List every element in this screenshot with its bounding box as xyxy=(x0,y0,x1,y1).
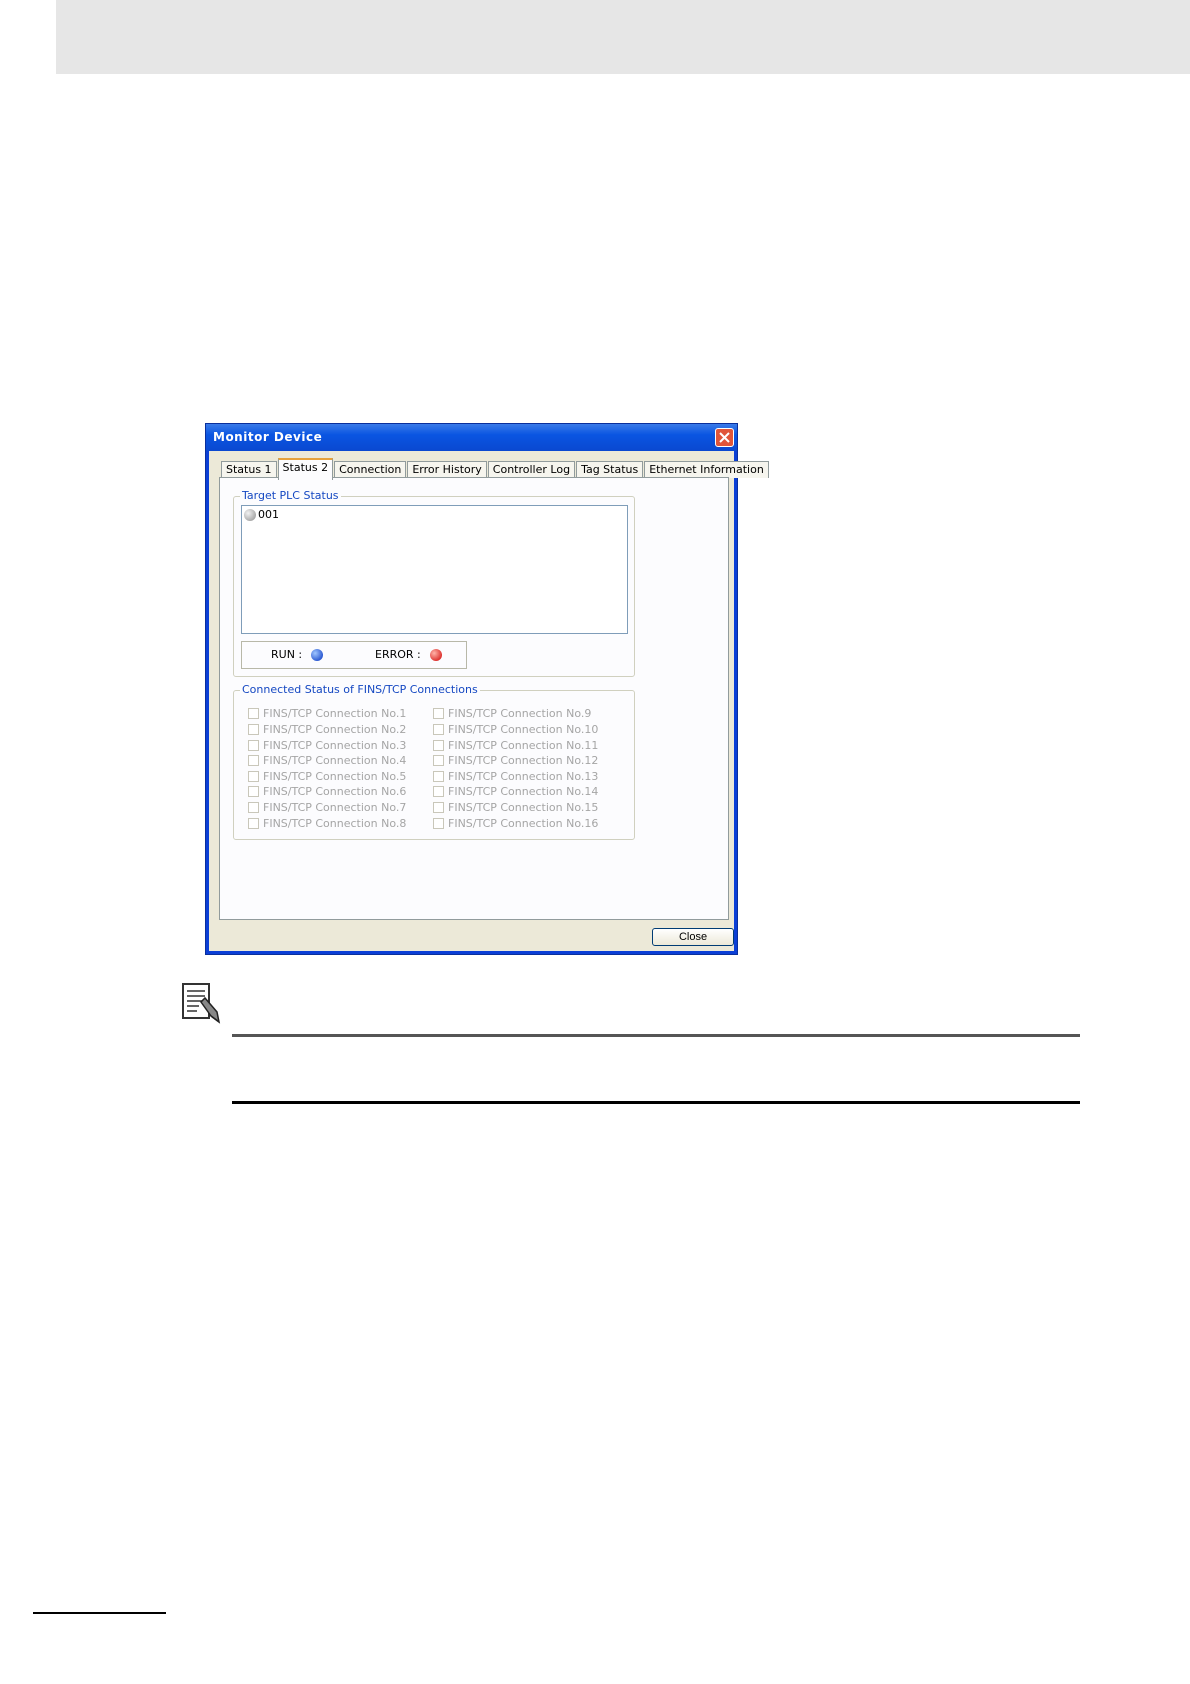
checkbox-icon[interactable] xyxy=(248,786,259,797)
fins-tcp-connection-checkbox[interactable]: FINS/TCP Connection No.2 xyxy=(248,723,406,736)
connection-label: FINS/TCP Connection No.6 xyxy=(263,785,407,798)
connection-label: FINS/TCP Connection No.8 xyxy=(263,817,407,830)
checkbox-icon[interactable] xyxy=(248,740,259,751)
fins-tcp-connection-checkbox[interactable]: FINS/TCP Connection No.4 xyxy=(248,754,406,767)
connection-label: FINS/TCP Connection No.4 xyxy=(263,754,407,767)
plc-node-label: 001 xyxy=(258,508,279,521)
checkbox-icon[interactable] xyxy=(433,802,444,813)
connection-label: FINS/TCP Connection No.12 xyxy=(448,754,599,767)
connection-label: FINS/TCP Connection No.1 xyxy=(263,707,407,720)
fins-tcp-connection-checkbox[interactable]: FINS/TCP Connection No.6 xyxy=(248,785,406,798)
tab-controller-log[interactable]: Controller Log xyxy=(487,461,576,478)
close-button[interactable]: Close xyxy=(652,928,734,946)
tab-error-history[interactable]: Error History xyxy=(407,461,487,478)
red-error-ball-icon xyxy=(429,648,442,661)
fins-tcp-connection-checkbox[interactable]: FINS/TCP Connection No.16 xyxy=(433,817,598,830)
error-label: ERROR : xyxy=(375,648,421,661)
target-plc-status-group: Target PLC Status 001 RUN : ERROR : xyxy=(233,489,635,677)
fins-tcp-connection-checkbox[interactable]: FINS/TCP Connection No.8 xyxy=(248,817,406,830)
tab-status-1[interactable]: Status 1 xyxy=(221,461,277,478)
checkbox-icon[interactable] xyxy=(248,708,259,719)
run-label: RUN : xyxy=(271,648,303,661)
connection-label: FINS/TCP Connection No.9 xyxy=(448,707,592,720)
checkbox-icon[interactable] xyxy=(248,818,259,829)
target-plc-status-title: Target PLC Status xyxy=(240,489,341,503)
tab-connection[interactable]: Connection xyxy=(334,461,407,478)
connection-label: FINS/TCP Connection No.7 xyxy=(263,801,407,814)
checkbox-icon[interactable] xyxy=(248,802,259,813)
tab-tag-status[interactable]: Tag Status xyxy=(576,461,644,478)
connection-label: FINS/TCP Connection No.5 xyxy=(263,770,407,783)
fins-tcp-connection-checkbox[interactable]: FINS/TCP Connection No.15 xyxy=(433,801,598,814)
close-icon[interactable] xyxy=(715,428,734,447)
connection-label: FINS/TCP Connection No.14 xyxy=(448,785,599,798)
connection-label: FINS/TCP Connection No.2 xyxy=(263,723,407,736)
checkbox-icon[interactable] xyxy=(433,724,444,735)
checkbox-icon[interactable] xyxy=(433,818,444,829)
target-plc-list[interactable]: 001 xyxy=(241,505,628,634)
connection-label: FINS/TCP Connection No.3 xyxy=(263,739,407,752)
blue-run-ball-icon xyxy=(311,648,324,661)
tab-ethernet-information[interactable]: Ethernet Information xyxy=(644,461,769,478)
fins-tcp-connection-checkbox[interactable]: FINS/TCP Connection No.7 xyxy=(248,801,406,814)
fins-tcp-connection-checkbox[interactable]: FINS/TCP Connection No.12 xyxy=(433,754,598,767)
checkbox-icon[interactable] xyxy=(433,755,444,766)
checkbox-icon[interactable] xyxy=(248,724,259,735)
note-document-icon xyxy=(181,982,225,1028)
checkbox-icon[interactable] xyxy=(433,740,444,751)
checkbox-icon[interactable] xyxy=(248,755,259,766)
note-top-rule xyxy=(232,1034,1080,1037)
run-legend: RUN : xyxy=(271,648,324,661)
fins-tcp-connection-checkbox[interactable]: FINS/TCP Connection No.14 xyxy=(433,785,598,798)
fins-tcp-connection-checkbox[interactable]: FINS/TCP Connection No.10 xyxy=(433,723,598,736)
connection-label: FINS/TCP Connection No.16 xyxy=(448,817,599,830)
connection-label: FINS/TCP Connection No.15 xyxy=(448,801,599,814)
footer-rule xyxy=(33,1612,166,1614)
fins-tcp-connection-checkbox[interactable]: FINS/TCP Connection No.9 xyxy=(433,707,591,720)
fins-tcp-connections-group: Connected Status of FINS/TCP Connections… xyxy=(233,683,635,840)
connection-label: FINS/TCP Connection No.10 xyxy=(448,723,599,736)
error-legend: ERROR : xyxy=(375,648,442,661)
monitor-device-dialog: Monitor Device Status 1 Status 2 Connect… xyxy=(205,423,769,955)
window-title: Monitor Device xyxy=(213,430,323,444)
list-item[interactable]: 001 xyxy=(244,508,279,521)
status-2-panel: Target PLC Status 001 RUN : ERROR : Conn… xyxy=(219,477,729,920)
checkbox-icon[interactable] xyxy=(433,708,444,719)
checkbox-icon[interactable] xyxy=(248,771,259,782)
fins-tcp-connection-checkbox[interactable]: FINS/TCP Connection No.1 xyxy=(248,707,406,720)
fins-tcp-connection-checkbox[interactable]: FINS/TCP Connection No.13 xyxy=(433,770,598,783)
fins-tcp-connection-checkbox[interactable]: FINS/TCP Connection No.5 xyxy=(248,770,406,783)
fins-tcp-connection-checkbox[interactable]: FINS/TCP Connection No.3 xyxy=(248,739,406,752)
fins-tcp-connections-title: Connected Status of FINS/TCP Connections xyxy=(240,683,480,697)
checkbox-icon[interactable] xyxy=(433,786,444,797)
fins-tcp-connection-checkbox[interactable]: FINS/TCP Connection No.11 xyxy=(433,739,598,752)
checkbox-icon[interactable] xyxy=(433,771,444,782)
note-bottom-rule xyxy=(232,1101,1080,1104)
tab-status-2[interactable]: Status 2 xyxy=(277,458,334,480)
dialog-client-area: Status 1 Status 2 Connection Error Histo… xyxy=(209,451,769,951)
status-legend: RUN : ERROR : xyxy=(241,641,467,669)
page-header-band xyxy=(56,0,1190,74)
grey-status-ball-icon xyxy=(244,508,256,521)
connection-label: FINS/TCP Connection No.11 xyxy=(448,739,599,752)
title-bar[interactable]: Monitor Device xyxy=(206,424,737,451)
connection-label: FINS/TCP Connection No.13 xyxy=(448,770,599,783)
tab-strip: Status 1 Status 2 Connection Error Histo… xyxy=(221,458,770,480)
